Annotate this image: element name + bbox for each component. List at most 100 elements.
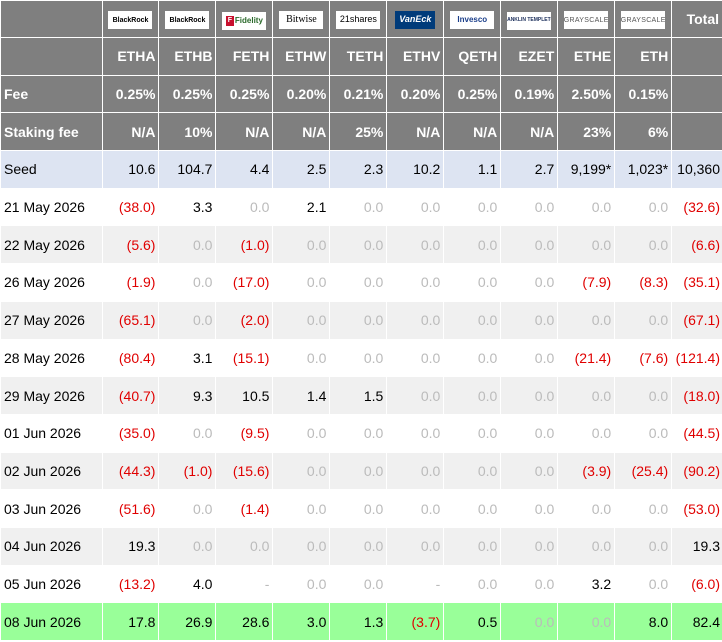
flow-cell: 0.0 [557,413,616,453]
seed-row: Seed 10.6 104.7 4.4 2.5 2.3 10.2 1.1 2.7 9,199* 1,… [0,150,722,189]
flow-cell: 0.0 [500,376,559,415]
flow-cell: 0.0 [443,225,502,265]
staking-fee-cell: N/A [500,112,559,152]
ticker-qeth: QETH [443,37,502,76]
fidelity-logo: F Fidelity [222,11,267,30]
flow-cell: 10.5 [215,376,274,415]
issuer-logo-cell: VanEck [386,0,445,38]
flow-cell: 0.0 [386,526,445,566]
flow-cell: 0.0 [329,338,388,378]
total-flow-cell: 19.3 [671,526,722,566]
flow-cell: 0.0 [329,413,388,453]
issuer-logo-row: BlackRock BlackRock F Fidelity Bitwise 21shar… [0,0,722,38]
flow-cell: (15.1) [215,338,274,378]
date-cell: 29 May 2026 [0,376,103,415]
flow-cell: 26.9 [158,602,217,641]
flow-cell: (40.7) [101,376,160,415]
seed-cell: 10.6 [101,150,160,189]
fee-cell: 0.20% [272,74,331,114]
flow-cell: 0.0 [158,225,217,265]
flow-cell: (15.6) [215,451,274,491]
fee-cell: 0.25% [101,74,160,114]
seed-cell: 10.2 [386,150,445,189]
flow-cell: 0.0 [500,263,559,302]
flow-cell: 0.0 [329,300,388,340]
date-cell: 05 Jun 2026 [0,564,103,604]
flow-cell: 0.0 [500,225,559,265]
flow-cell: (1.4) [215,489,274,528]
flow-cell: 0.0 [500,451,559,491]
ticker-ethe: ETHE [557,37,616,76]
table-row: 04 Jun 2026 19.3 0.0 0.0 0.0 0.0 0.0 0.0 0.0 0.0 0… [0,526,722,566]
total-flow-cell: (53.0) [671,489,722,528]
flow-cell: 8.0 [614,602,673,641]
grayscale-logo: GRAYSCALE [621,11,666,30]
date-cell: 04 Jun 2026 [0,526,103,566]
ticker-teth: TETH [329,37,388,76]
blackrock-logo: BlackRock [165,11,210,30]
flow-cell: 4.0 [158,564,217,604]
flow-cell: 0.0 [272,564,331,604]
logo-text: Fidelity [234,15,263,25]
date-cell: 26 May 2026 [0,263,103,302]
flow-cell: 0.0 [329,526,388,566]
flow-cell: 3.2 [557,564,616,604]
flow-cell: 0.0 [215,526,274,566]
ticker-etha: ETHA [101,37,160,76]
logo-text: BlackRock [112,16,149,24]
flow-cell: 0.0 [158,263,217,302]
date-cell: 02 Jun 2026 [0,451,103,491]
flow-cell: 0.0 [443,564,502,604]
date-cell: 03 Jun 2026 [0,489,103,528]
issuer-logo-cell: F Fidelity [215,0,274,38]
flow-cell: 0.0 [272,526,331,566]
table-row: 01 Jun 2026 (35.0) 0.0 (9.5) 0.0 0.0 0.0 0.0 0.0… [0,413,722,453]
staking-fee-cell: N/A [215,112,274,152]
flow-cell: 0.0 [386,225,445,265]
fee-cell: 0.25% [158,74,217,114]
flow-cell: 3.1 [158,338,217,378]
total-flow-cell: (90.2) [671,451,722,491]
flow-cell: 0.0 [272,413,331,453]
table-body: BlackRock BlackRock F Fidelity Bitwise 21shar… [0,0,722,641]
flow-cell: (65.1) [101,300,160,340]
table-row: 26 May 2026 (1.9) 0.0 (17.0) 0.0 0.0 0.0 0.0 0.0… [0,263,722,302]
date-cell: 22 May 2026 [0,225,103,265]
ticker-ethw: ETHW [272,37,331,76]
franklin-templeton-logo: FRANKLIN TEMPLETON [507,11,552,30]
issuer-logo-cell: 21shares [329,0,388,38]
etf-flows-table: BlackRock BlackRock F Fidelity Bitwise 21shar… [0,0,722,641]
date-cell: 27 May 2026 [0,300,103,340]
flow-cell: (80.4) [101,338,160,378]
flow-cell: 0.0 [386,300,445,340]
staking-fee-cell: N/A [386,112,445,152]
total-flow-cell: (67.1) [671,300,722,340]
flow-cell: 0.0 [386,451,445,491]
ticker-feth: FETH [215,37,274,76]
staking-fee-row: Staking fee N/A 10% N/A N/A 25% N/A N/A N/A 23% 6% [0,112,722,152]
table-row: 03 Jun 2026 (51.6) 0.0 (1.4) 0.0 0.0 0.0 0.0 0.0… [0,489,722,528]
flow-cell: 0.0 [443,451,502,491]
flow-cell: 0.0 [443,413,502,453]
total-flow-cell: (6.6) [671,225,722,265]
flow-cell: 0.0 [443,338,502,378]
staking-fee-cell: 25% [329,112,388,152]
flow-cell: 0.0 [500,187,559,227]
table-row: 02 Jun 2026 (44.3) (1.0) (15.6) 0.0 0.0 0.0 0.0… [0,451,722,491]
flow-cell: 0.0 [500,526,559,566]
flow-cell: 0.0 [386,489,445,528]
flow-cell: 0.0 [443,263,502,302]
flow-cell: 0.0 [614,187,673,227]
seed-label: Seed [0,150,103,189]
flow-cell: 0.0 [443,526,502,566]
issuer-logo-cell: GRAYSCALE [557,0,616,38]
flow-cell: 0.0 [386,376,445,415]
flow-cell: 0.0 [386,263,445,302]
fee-cell: 0.21% [329,74,388,114]
flow-cell: 0.0 [272,451,331,491]
logo-text: Bitwise [286,14,317,25]
ticker-label-cell [0,37,103,76]
logo-text: 21shares [339,14,377,25]
flow-cell: 19.3 [101,526,160,566]
flow-cell: 0.0 [557,187,616,227]
